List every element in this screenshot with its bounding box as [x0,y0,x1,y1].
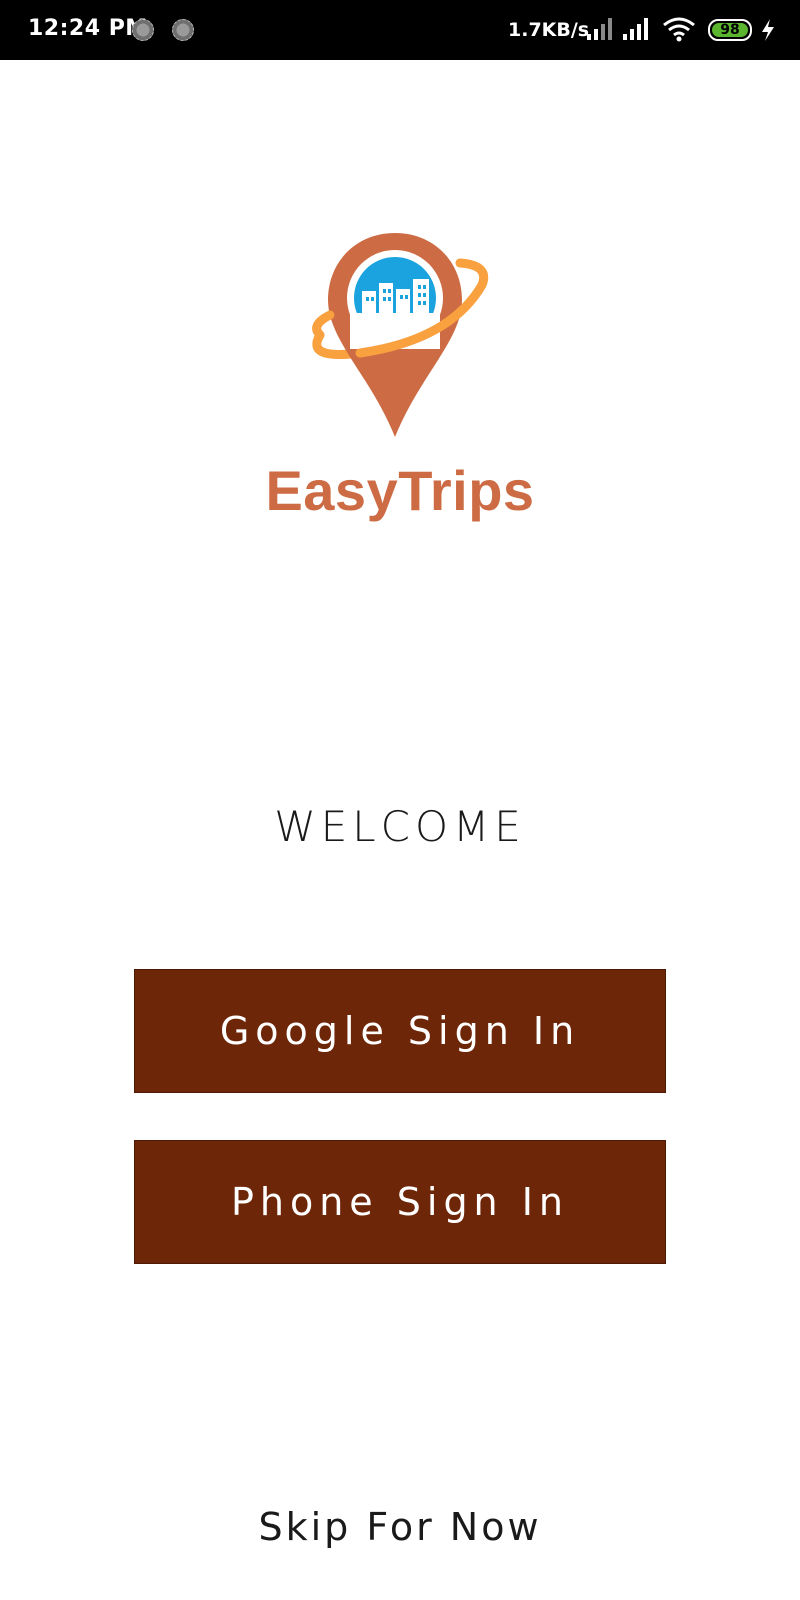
skip-for-now-link[interactable]: Skip For Now [0,1505,800,1549]
google-sign-in-button[interactable]: Google Sign In [134,969,666,1093]
welcome-title: WELCOME [274,802,526,851]
battery-level: 98 [712,23,748,37]
phone-sign-in-button[interactable]: Phone Sign In [134,1140,666,1264]
signal-icon [623,18,648,40]
status-time: 12:24 PM [28,16,148,41]
notification-icon [132,19,154,41]
network-speed: 1.7KB/s [508,19,590,41]
app-name: EasyTrips [265,459,535,522]
easytrips-logo [312,233,489,437]
battery-icon: 98 [708,19,752,41]
charging-icon [762,19,774,41]
status-bar: 12:24 PM 1.7KB/s 98 [0,0,800,60]
notification-icon [172,19,194,41]
signal-icon [587,18,612,40]
wifi-icon [663,17,695,42]
